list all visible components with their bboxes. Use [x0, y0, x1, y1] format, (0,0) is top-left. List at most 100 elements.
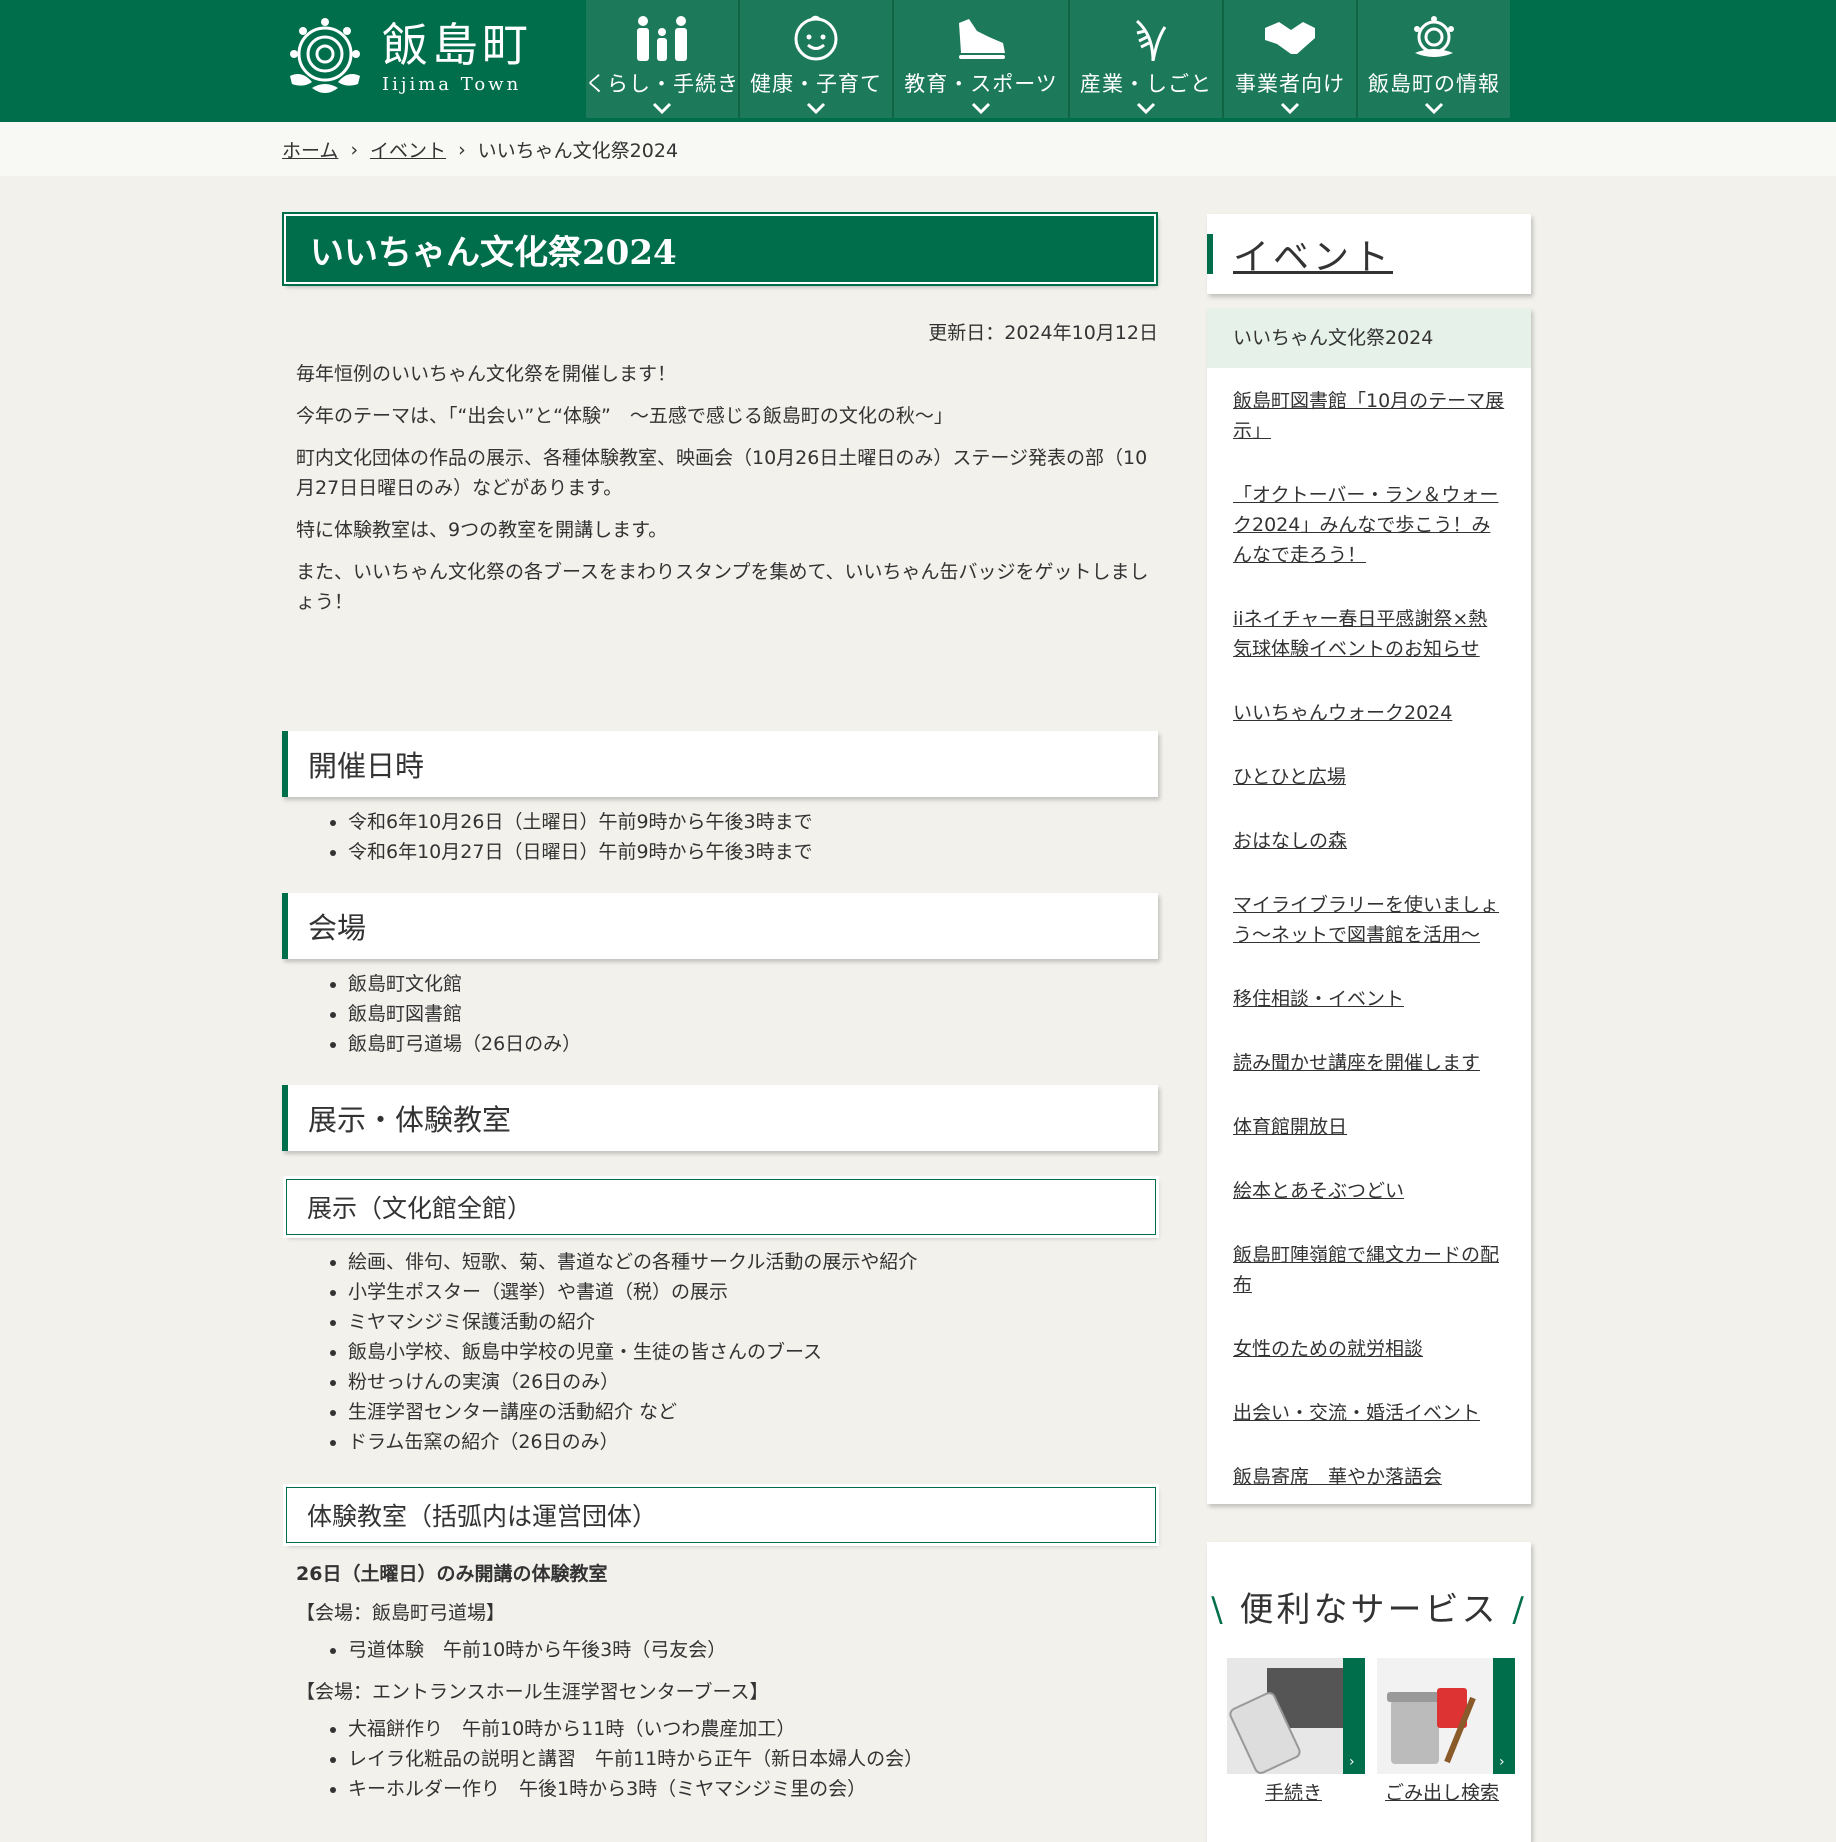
- subheading-exhibit: 展示（文化館全館）: [283, 1176, 1159, 1238]
- service-label-procedures[interactable]: 手続き: [1265, 1778, 1322, 1805]
- chevron-right-icon: ›: [458, 138, 466, 161]
- slash-decoration: \: [1211, 1590, 1226, 1630]
- subheading-classes: 体験教室（括弧内は運営団体）: [283, 1484, 1159, 1546]
- nav-label: 健康・子育て: [750, 72, 882, 96]
- list-item: 飯島町弓道場（26日のみ）: [348, 1029, 1158, 1059]
- sidebar-event-link[interactable]: 飯島寄席 華やか落語会: [1207, 1462, 1531, 1492]
- section-heading-schedule: 開催日時: [282, 731, 1158, 797]
- service-card-garbage[interactable]: ›: [1377, 1658, 1515, 1774]
- sidebar-event-link[interactable]: 出会い・交流・婚活イベント: [1207, 1398, 1531, 1428]
- list-item: 小学生ポスター（選挙）や書道（税）の展示: [348, 1277, 1158, 1307]
- nav-label: 教育・スポーツ: [904, 72, 1058, 96]
- site-header: 飯島町 Iijima Town くらし・手続き 健康・子育て 教育・スポーツ 産…: [0, 0, 1836, 122]
- town-emblem-icon: [1414, 16, 1454, 57]
- intro-paragraph: 今年のテーマは、「“出会い”と“体験” ～五感で感じる飯島町の文化の秋～」: [296, 405, 953, 427]
- breadcrumb-home-link[interactable]: ホーム: [282, 136, 338, 163]
- global-nav: くらし・手続き 健康・子育て 教育・スポーツ 産業・しごと 事業者向け 飯島町の…: [585, 0, 1510, 118]
- sidebar-event-link[interactable]: ひとひと広場: [1207, 762, 1531, 792]
- sidebar: イベント いいちゃん文化祭2024 飯島町図書館「10月のテーマ展示」 「オクト…: [1207, 214, 1531, 1842]
- breadcrumb-events-link[interactable]: イベント: [370, 136, 446, 163]
- chevron-right-icon: ›: [1343, 1658, 1365, 1774]
- chevron-down-icon: [1424, 102, 1444, 114]
- list-item: 飯島町図書館: [348, 999, 1158, 1029]
- venue-label-entrance: 【会場：エントランスホール生涯学習センターブース】: [296, 1681, 769, 1703]
- nav-item-education[interactable]: 教育・スポーツ: [894, 0, 1070, 118]
- sidebar-heading: イベント: [1207, 214, 1531, 294]
- list-item: ドラム缶窯の紹介（26日のみ）: [348, 1427, 1158, 1457]
- list-item: 大福餅作り 午前10時から11時（いつわ農産加工）: [348, 1714, 1158, 1744]
- venue-label-kyudo: 【会場：飯島町弓道場】: [296, 1602, 506, 1624]
- chevron-right-icon: ›: [350, 138, 359, 161]
- chevron-down-icon: [806, 102, 826, 114]
- intro-text: 毎年恒例のいいちゃん文化祭を開催します！ 今年のテーマは、「“出会い”と“体験”…: [282, 359, 1158, 617]
- services-title-text: 便利なサービス: [1239, 1590, 1499, 1630]
- town-emblem-icon: [290, 18, 360, 93]
- section-heading-venue: 会場: [282, 893, 1158, 959]
- chevron-down-icon: [1280, 102, 1300, 114]
- logo-title: 飯島町: [382, 17, 532, 72]
- service-label-garbage[interactable]: ごみ出し検索: [1385, 1778, 1499, 1805]
- schedule-list: 令和6年10月26日（土曜日）午前9時から午後3時まで 令和6年10月27日（日…: [282, 807, 1158, 867]
- sidebar-event-link[interactable]: 女性のための就労相談: [1207, 1334, 1531, 1364]
- list-item: 飯島町文化館: [348, 969, 1158, 999]
- nav-label: 事業者向け: [1235, 72, 1345, 96]
- slash-decoration: /: [1512, 1590, 1527, 1630]
- sneaker-icon: [959, 19, 1005, 59]
- list-item: 令和6年10月27日（日曜日）午前9時から午後3時まで: [348, 837, 1158, 867]
- sidebar-event-link[interactable]: 絵本とあそぶつどい: [1207, 1176, 1531, 1206]
- sidebar-event-link[interactable]: iiネイチャー春日平感謝祭×熱気球体験イベントのお知らせ: [1207, 604, 1531, 664]
- nav-item-town-info[interactable]: 飯島町の情報: [1358, 0, 1510, 118]
- trash-can-icon: [1377, 1658, 1493, 1774]
- intro-paragraph: 毎年恒例のいいちゃん文化祭を開催します！: [296, 363, 677, 385]
- sidebar-event-link[interactable]: おはなしの森: [1207, 826, 1531, 856]
- chevron-down-icon: [1136, 102, 1156, 114]
- breadcrumb: ホーム › イベント › いいちゃん文化祭2024: [0, 122, 1836, 176]
- section-heading-exhibit: 展示・体験教室: [282, 1085, 1158, 1151]
- list-item: レイラ化粧品の説明と講習 午前11時から正午（新日本婦人の会）: [348, 1744, 1158, 1774]
- handshake-icon: [1265, 22, 1315, 54]
- sidebar-event-link[interactable]: マイライブラリーを使いましょう～ネットで図書館を活用～: [1207, 890, 1531, 950]
- entrance-list: 大福餅作り 午前10時から11時（いつわ農産加工） レイラ化粧品の説明と講習 午…: [282, 1714, 1158, 1804]
- services-title: \ 便利なサービス /: [1207, 1582, 1531, 1631]
- sidebar-event-link[interactable]: 読み聞かせ講座を開催します: [1207, 1048, 1531, 1078]
- nav-label: 飯島町の情報: [1368, 72, 1500, 96]
- venue-list: 飯島町文化館 飯島町図書館 飯島町弓道場（26日のみ）: [282, 969, 1158, 1059]
- services-panel: \ 便利なサービス / › › 手続き ごみ出し検索: [1207, 1542, 1531, 1842]
- sidebar-current-item: いいちゃん文化祭2024: [1207, 308, 1531, 368]
- chevron-right-icon: ›: [1493, 1658, 1515, 1774]
- sidebar-event-link[interactable]: 飯島町陣嶺館で縄文カードの配布: [1207, 1240, 1531, 1300]
- intro-paragraph: 町内文化団体の作品の展示、各種体験教室、映画会（10月26日土曜日のみ）ステージ…: [296, 447, 1148, 499]
- breadcrumb-current: いいちゃん文化祭2024: [477, 140, 679, 162]
- list-item: キーホルダー作り 午後1時から3時（ミヤマシジミ里の会）: [348, 1774, 1158, 1804]
- sidebar-event-list: いいちゃん文化祭2024 飯島町図書館「10月のテーマ展示」 「オクトーバー・ラ…: [1207, 308, 1531, 1504]
- heading-accent-bar: [1207, 234, 1213, 274]
- chevron-down-icon: [971, 102, 991, 114]
- exhibit-list: 絵画、俳句、短歌、菊、書道などの各種サークル活動の展示や紹介 小学生ポスター（選…: [282, 1247, 1158, 1457]
- sidebar-heading-link[interactable]: イベント: [1233, 228, 1393, 280]
- list-item: ミヤマシジミ保護活動の紹介: [348, 1307, 1158, 1337]
- baby-face-icon: [794, 15, 838, 61]
- sidebar-event-link[interactable]: 体育館開放日: [1207, 1112, 1531, 1142]
- service-card-procedures[interactable]: ›: [1227, 1658, 1365, 1774]
- list-item: 令和6年10月26日（土曜日）午前9時から午後3時まで: [348, 807, 1158, 837]
- sidebar-event-link[interactable]: 飯島町図書館「10月のテーマ展示」: [1207, 386, 1531, 446]
- list-item: 飯島小学校、飯島中学校の児童・生徒の皆さんのブース: [348, 1337, 1158, 1367]
- site-logo[interactable]: 飯島町 Iijima Town: [282, 14, 542, 100]
- list-item: 生涯学習センター講座の活動紹介 など: [348, 1397, 1158, 1427]
- intro-paragraph: また、いいちゃん文化祭の各ブースをまわりスタンプを集めて、いいちゃん缶バッジをゲ…: [296, 561, 1149, 613]
- family-icon: [637, 16, 687, 61]
- nav-item-living[interactable]: くらし・手続き: [585, 0, 740, 118]
- nav-item-health[interactable]: 健康・子育て: [740, 0, 894, 118]
- sidebar-event-link[interactable]: いいちゃんウォーク2024: [1207, 698, 1531, 728]
- nav-label: くらし・手続き: [585, 72, 739, 96]
- main-content: いいちゃん文化祭2024 更新日：2024年10月12日 毎年恒例のいいちゃん文…: [282, 212, 1159, 1804]
- nav-item-industry[interactable]: 産業・しごと: [1070, 0, 1224, 118]
- sidebar-event-link[interactable]: 「オクトーバー・ラン＆ウォーク2024」みんなで歩こう！みんなで走ろう！: [1207, 480, 1531, 570]
- logo-subtitle: Iijima Town: [382, 73, 522, 95]
- rice-plant-icon: [1135, 19, 1167, 61]
- nav-item-business[interactable]: 事業者向け: [1224, 0, 1358, 118]
- intro-paragraph: 特に体験教室は、9つの教室を開講します。: [296, 519, 668, 541]
- nav-label: 産業・しごと: [1080, 72, 1212, 96]
- chevron-down-icon: [652, 102, 672, 114]
- sidebar-event-link[interactable]: 移住相談・イベント: [1207, 984, 1531, 1014]
